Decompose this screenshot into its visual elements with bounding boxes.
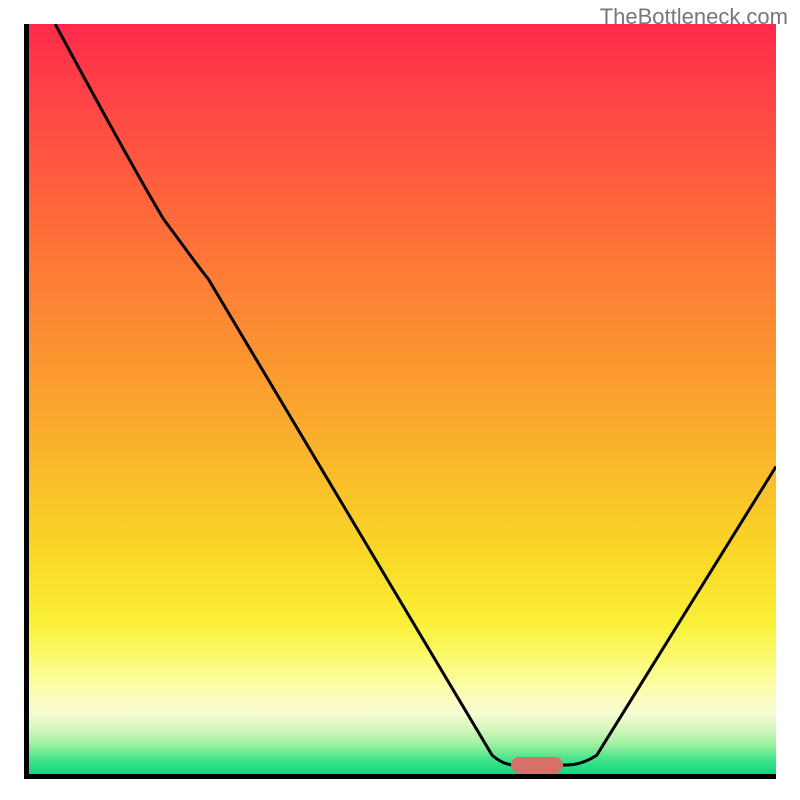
watermark-text: TheBottleneck.com (600, 4, 788, 30)
optimal-marker (511, 757, 563, 774)
bottleneck-curve (29, 24, 776, 774)
chart-area (24, 24, 776, 779)
